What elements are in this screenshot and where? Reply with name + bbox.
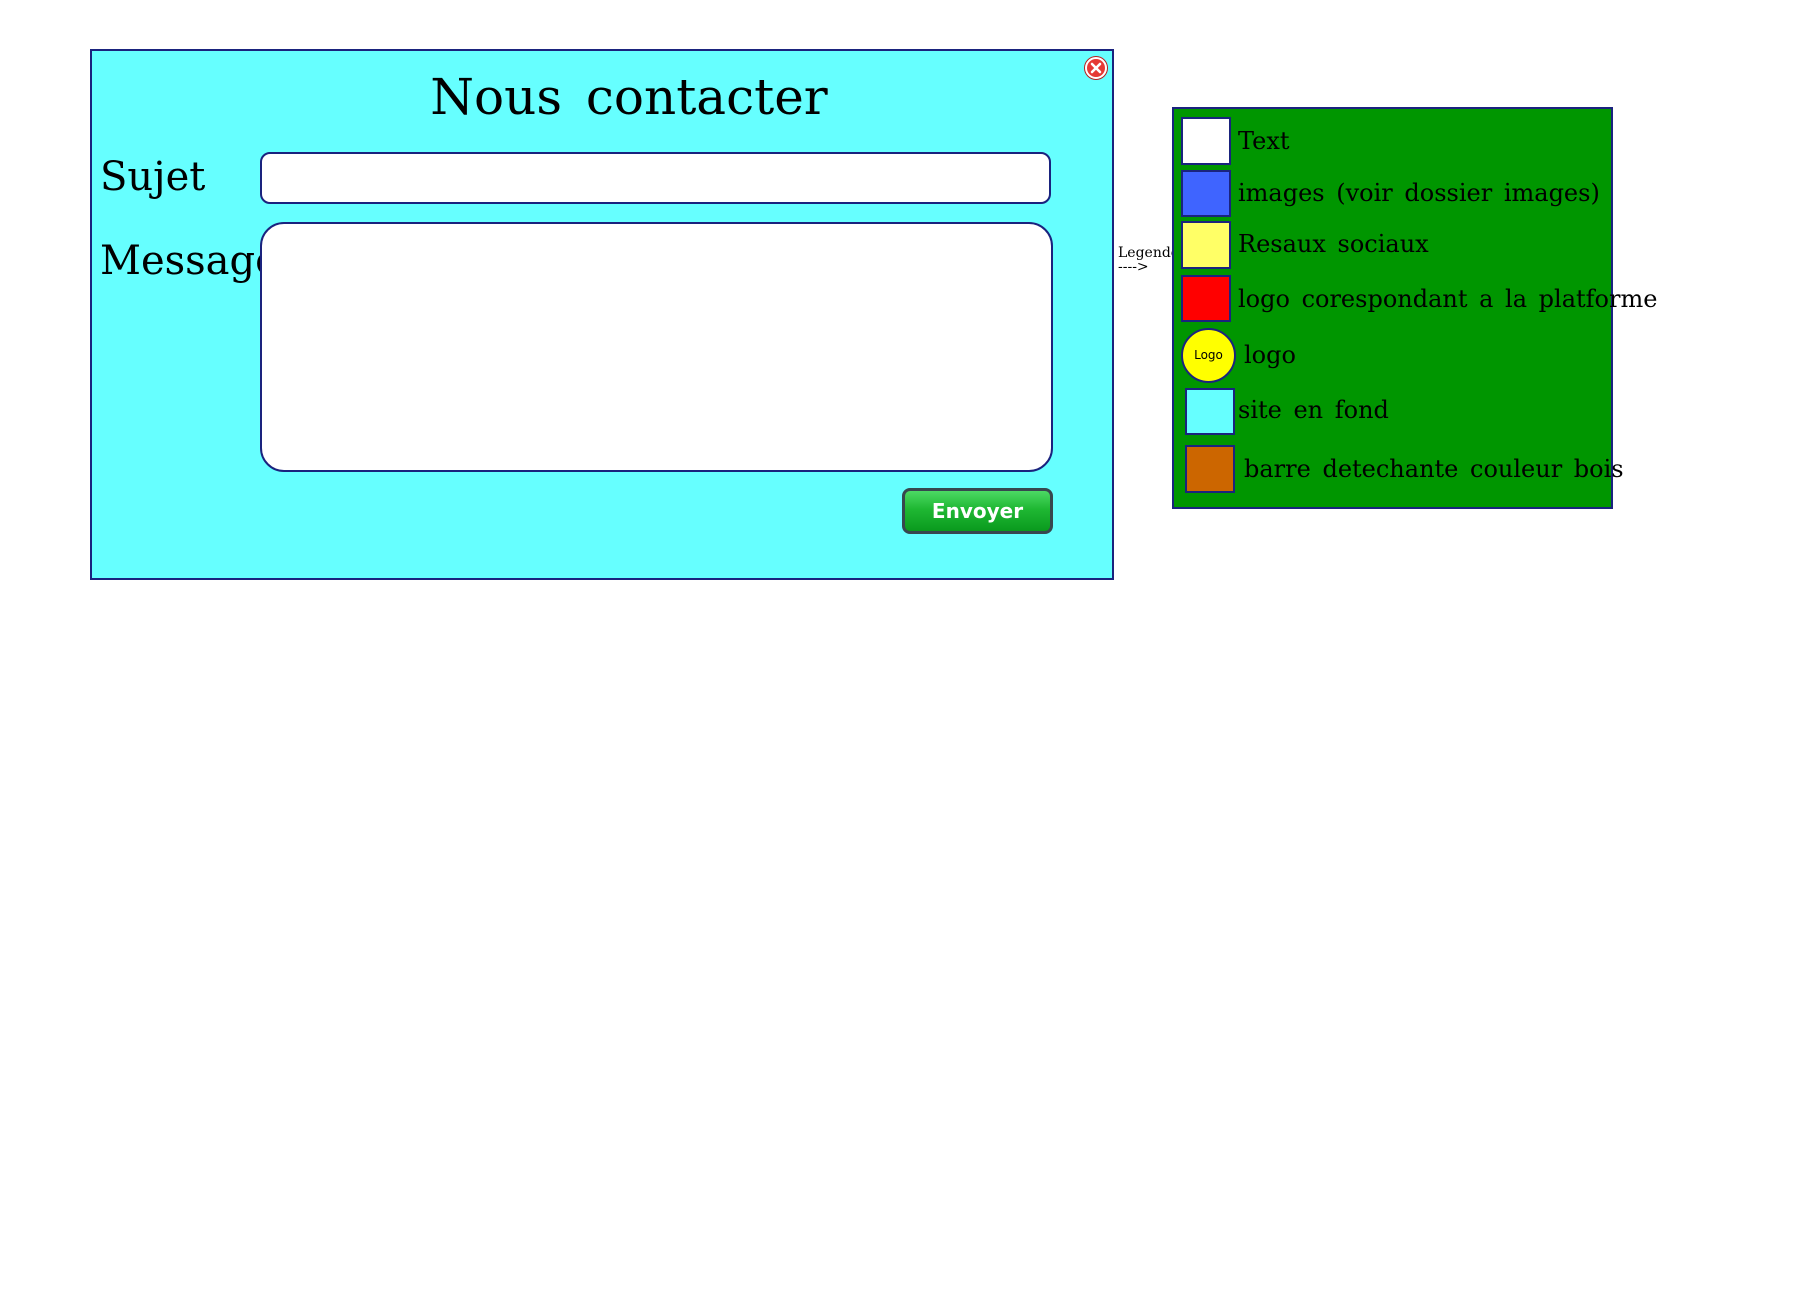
- legend-swatch-text: [1181, 117, 1231, 165]
- subject-input[interactable]: [260, 152, 1051, 204]
- legend-swatch-wood-bar: [1185, 445, 1235, 493]
- legend-pointer-label: Legende: [1118, 245, 1180, 261]
- legend-panel: Text images (voir dossier images) Resaux…: [1172, 107, 1657, 509]
- subject-label: Sujet: [100, 154, 206, 200]
- contact-form-panel: Nous contacter Sujet Message Envoyer: [90, 49, 1114, 580]
- logo-badge-text: Logo: [1194, 348, 1223, 362]
- legend-label-wood-bar: barre detechante couleur bois: [1244, 455, 1624, 483]
- logo-badge: Logo: [1181, 328, 1236, 383]
- send-button[interactable]: Envoyer: [902, 488, 1053, 534]
- legend-label-social: Resaux sociaux: [1238, 230, 1429, 258]
- legend-pointer-arrow: ---->: [1118, 259, 1149, 275]
- legend-label-images: images (voir dossier images): [1238, 179, 1600, 207]
- page-canvas: Nous contacter Sujet Message Envoyer Leg…: [0, 0, 1800, 1303]
- legend-label-text: Text: [1238, 127, 1290, 155]
- legend-pointer: Legende ---->: [1118, 246, 1179, 274]
- form-title: Nous contacter: [430, 68, 828, 126]
- legend-label-logo: logo: [1244, 341, 1296, 369]
- legend-label-site-background: site en fond: [1238, 396, 1389, 424]
- legend-swatch-platform-logo: [1181, 275, 1231, 322]
- message-textarea[interactable]: [260, 222, 1053, 472]
- message-label: Message: [100, 238, 279, 284]
- legend-swatch-site-background: [1185, 388, 1235, 435]
- legend-swatch-images: [1181, 170, 1231, 217]
- legend-label-platform-logo: logo corespondant a la platforme: [1238, 285, 1658, 313]
- legend-swatch-social: [1181, 221, 1231, 269]
